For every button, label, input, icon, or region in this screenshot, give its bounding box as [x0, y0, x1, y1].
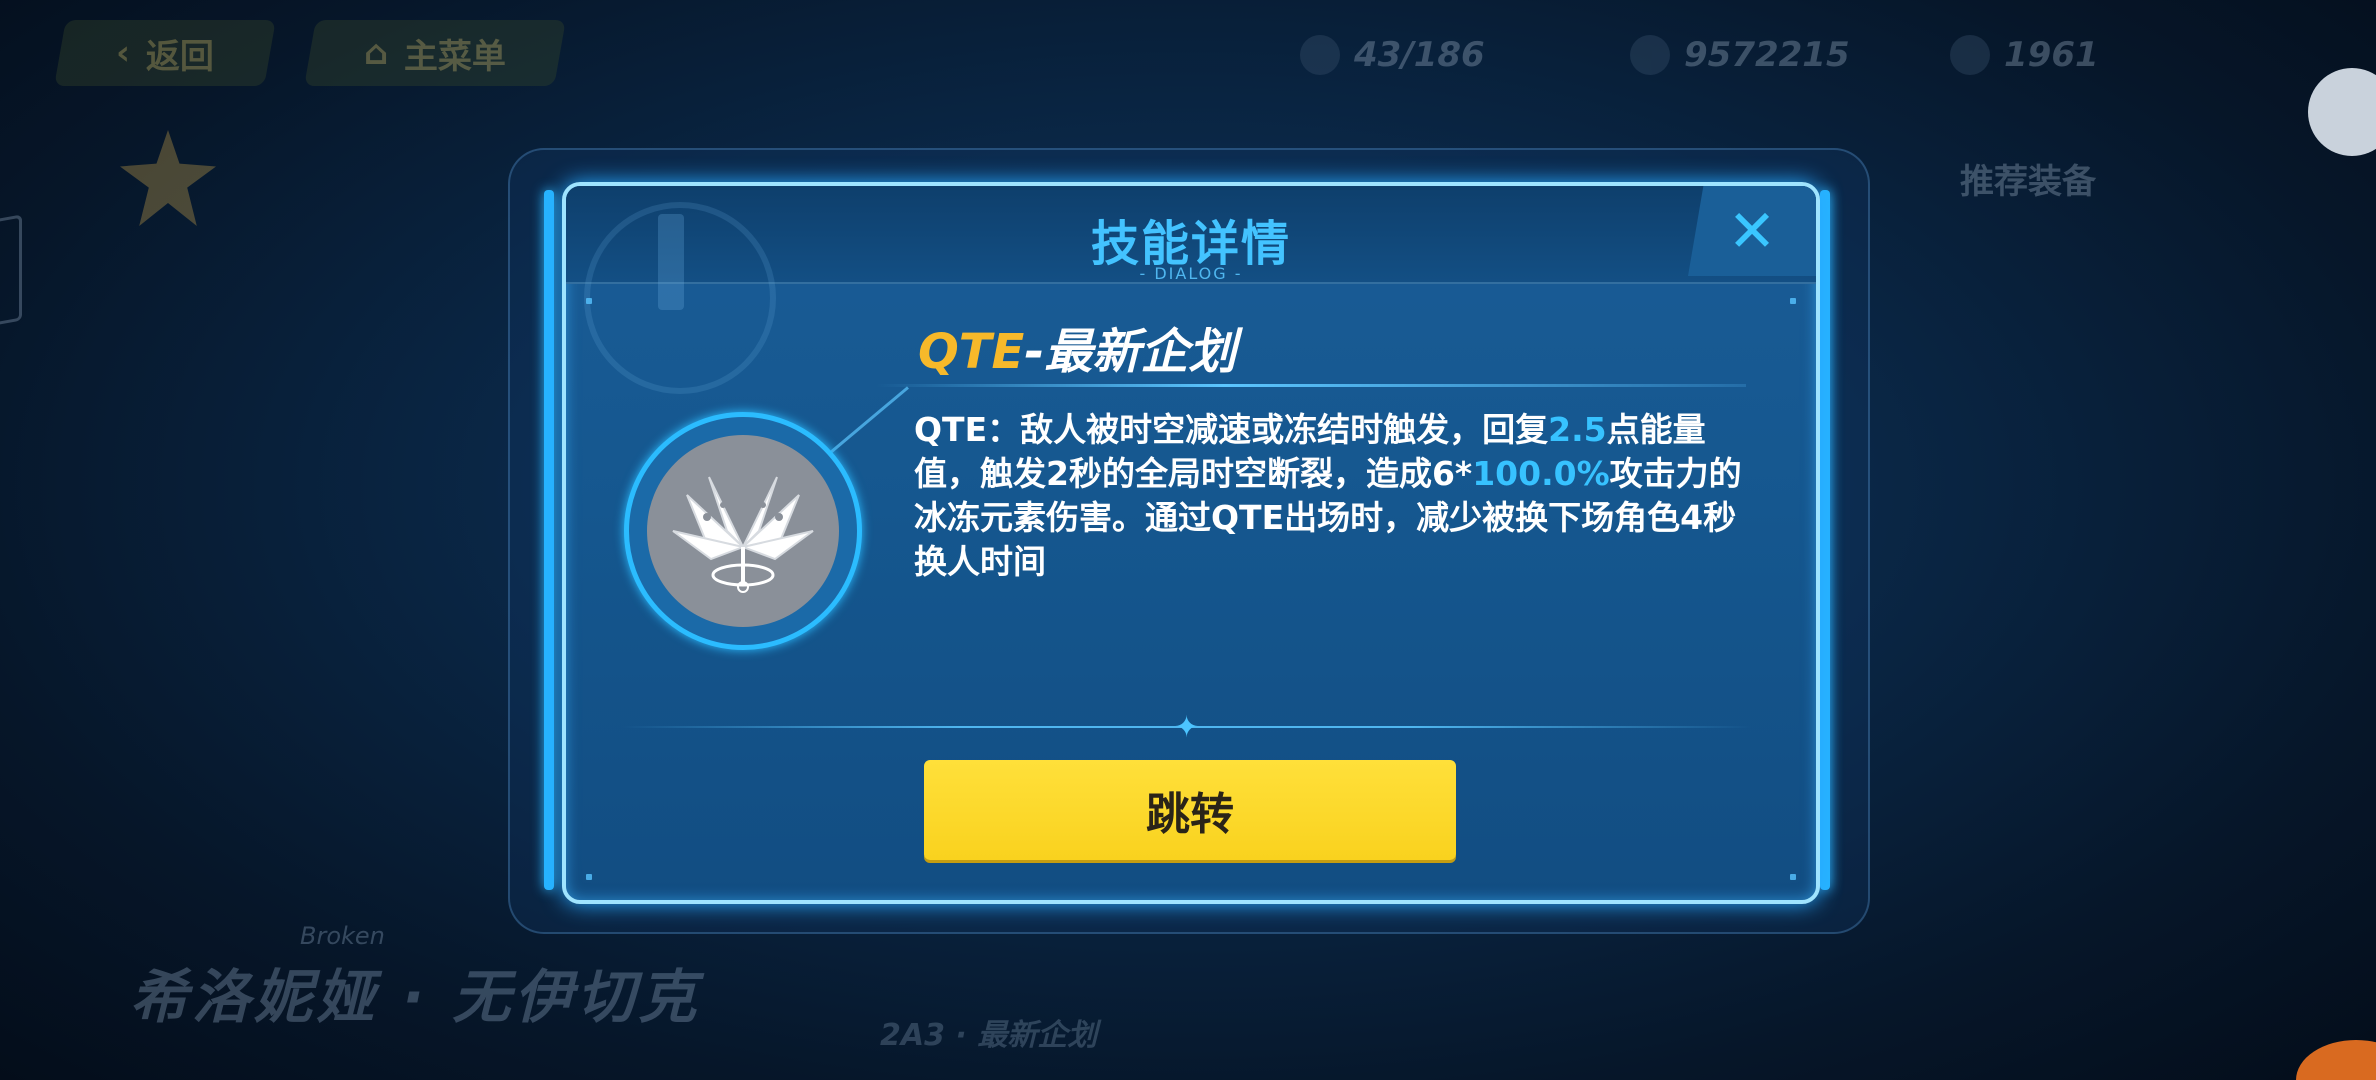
- dialog-right-edge: [1820, 190, 1830, 890]
- dialog-header: 技能详情 - DIALOG - ✕: [566, 186, 1816, 394]
- character-name: 希洛妮娅 · 无伊切克: [130, 963, 701, 1031]
- corner-dot: [586, 874, 592, 880]
- crystal-value: 1961: [2004, 35, 2099, 75]
- stamina-icon: [1300, 35, 1340, 75]
- coin-counter: 9572215: [1630, 30, 1850, 80]
- damage-multiplier: 100.0%: [1472, 454, 1610, 493]
- close-icon: ✕: [1727, 197, 1777, 265]
- main-menu-button[interactable]: ⌂ 主菜单: [304, 20, 566, 86]
- character-subtitle: Broken: [300, 922, 385, 950]
- stamina-counter: 43/186: [1300, 30, 1485, 80]
- dialog-left-edge: [544, 190, 554, 890]
- skill-name-prefix: QTE: [918, 324, 1025, 380]
- coin-icon: [1630, 35, 1670, 75]
- corner-dot: [1790, 874, 1796, 880]
- skill-desc-text-1: QTE：敌人被时空减速或冻结时触发，回复: [914, 410, 1549, 449]
- coin-value: 9572215: [1684, 35, 1850, 75]
- energy-value: 2.5: [1548, 410, 1607, 449]
- home-icon: ⌂: [363, 33, 389, 73]
- close-button[interactable]: ✕: [1688, 186, 1816, 276]
- jump-button[interactable]: 跳转: [924, 760, 1456, 860]
- ice-crystal-flower-icon: [647, 435, 839, 627]
- main-menu-label: 主菜单: [404, 36, 507, 77]
- bottom-skill-label: 2A3 · 最新企划: [880, 1018, 1098, 1053]
- skill-name-suffix: -最新企划: [1024, 324, 1237, 380]
- stamina-value: 43/186: [1354, 35, 1485, 75]
- hexagon-icon: [0, 214, 22, 328]
- jump-button-label: 跳转: [1146, 789, 1234, 840]
- crystal-icon: [1950, 35, 1990, 75]
- chevron-left-icon: ‹: [115, 33, 130, 73]
- back-label: 返回: [146, 36, 214, 77]
- corner-dot: [1790, 298, 1796, 304]
- corner-dot: [586, 298, 592, 304]
- back-button[interactable]: ‹ 返回: [54, 20, 276, 86]
- game-screen: ‹ 返回 ⌂ 主菜单 43/186 9572215 1961 推荐装备 Brok…: [0, 0, 2376, 1080]
- skill-detail-dialog: 技能详情 - DIALOG - ✕ QTE-最新企划 QTE：敌人被时空减速或冻…: [562, 182, 1820, 904]
- skill-description: QTE：敌人被时空减速或冻结时触发，回复2.5点能量值，触发2秒的全局时空断裂，…: [914, 408, 1744, 584]
- sparkle-icon: ✦: [1174, 710, 1200, 745]
- skill-icon-frame: [624, 412, 862, 650]
- crystal-counter: 1961: [1950, 30, 2099, 80]
- skill-name: QTE-最新企划: [918, 312, 1236, 382]
- skill-name-underline: [876, 384, 1746, 387]
- rank-badge-icon: [120, 130, 216, 226]
- recommended-equipment-label[interactable]: 推荐装备: [1960, 154, 2096, 203]
- dialog-subtitle: - DIALOG -: [1139, 264, 1243, 283]
